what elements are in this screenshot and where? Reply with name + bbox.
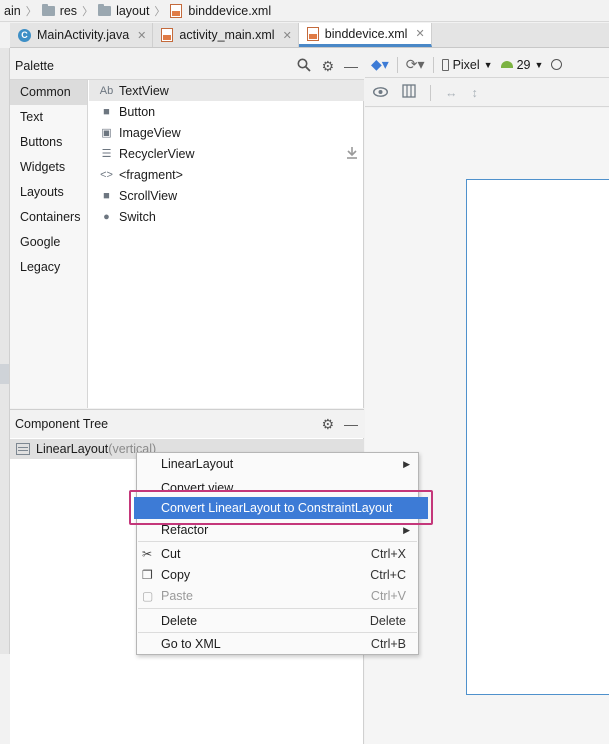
xml-file-icon	[306, 26, 319, 41]
annotation-highlight-box	[129, 490, 433, 525]
palette-categories: Common Text Buttons Widgets Layouts Cont…	[10, 80, 88, 408]
menu-separator	[138, 608, 417, 609]
tab-binddevice-xml[interactable]: binddevice.xml ✕	[298, 23, 432, 47]
toolbar-separator	[432, 56, 434, 73]
breadcrumb-separator-icon: 〉	[154, 5, 166, 18]
chevron-down-icon: ▼	[483, 59, 493, 70]
category-legacy[interactable]: Legacy	[10, 255, 87, 280]
breadcrumb-item-app[interactable]: ain	[0, 0, 25, 22]
android-icon	[500, 61, 513, 68]
breadcrumb-separator-icon: 〉	[25, 5, 37, 18]
breadcrumb-separator-icon: 〉	[82, 5, 94, 18]
menu-item-delete[interactable]: Delete Delete	[137, 610, 418, 632]
device-preview[interactable]	[466, 179, 609, 695]
tab-mainactivity-java[interactable]: C MainActivity.java ✕	[10, 23, 154, 47]
palette-panel: Palette ⚙ — Common Text Buttons Widgets …	[10, 52, 364, 408]
textview-icon: Ab	[99, 84, 114, 97]
phone-icon	[441, 58, 449, 71]
api-selector[interactable]: 29 ▼	[500, 58, 544, 72]
breadcrumb-item-file[interactable]: binddevice.xml	[166, 0, 275, 22]
design-toolbar: ◆▾ ⟳▾ Pixel ▼ 29 ▼	[365, 52, 609, 78]
download-icon[interactable]	[346, 146, 358, 162]
minimize-icon[interactable]: —	[344, 58, 358, 75]
java-class-icon: C	[18, 28, 31, 42]
palette-item-switch[interactable]: ● Switch	[89, 206, 364, 227]
breadcrumb-item-res[interactable]: res	[38, 0, 81, 22]
theme-icon[interactable]	[551, 59, 563, 70]
switch-icon: ●	[103, 210, 110, 223]
menu-item-cut[interactable]: ✂ Cut Ctrl+X	[137, 543, 418, 565]
fragment-icon: <>	[100, 168, 113, 181]
paste-icon: ▢	[142, 589, 154, 603]
folder-icon	[98, 3, 112, 16]
horizontal-resize-icon[interactable]: ↔	[445, 86, 458, 100]
layers-icon[interactable]: ◆▾	[371, 56, 389, 73]
category-common[interactable]: Common	[10, 80, 87, 105]
submenu-arrow-icon: ▶	[403, 524, 410, 535]
breadcrumb-item-layout[interactable]: layout	[94, 0, 153, 22]
folder-icon	[41, 3, 55, 16]
menu-item-go-to-xml[interactable]: Go to XML Ctrl+B	[137, 633, 418, 655]
palette-items: Ab TextView ■ Button ▣ ImageView ☰ Recyc…	[89, 80, 364, 408]
left-gutter	[0, 48, 10, 654]
palette-item-fragment[interactable]: <> <fragment>	[89, 164, 364, 185]
xml-file-icon	[161, 28, 174, 42]
design-toolbar-secondary: ↔ ↕	[365, 79, 609, 107]
component-tree-title: Component Tree	[15, 417, 109, 431]
gutter-selection	[0, 364, 9, 384]
palette-item-imageview[interactable]: ▣ ImageView	[89, 122, 364, 143]
palette-title: Palette	[15, 58, 54, 73]
xml-file-icon	[170, 3, 183, 18]
image-icon: ▣	[101, 127, 112, 139]
eye-icon[interactable]	[372, 86, 389, 100]
category-buttons[interactable]: Buttons	[10, 130, 87, 155]
menu-separator	[138, 541, 417, 542]
close-icon[interactable]: ✕	[137, 29, 146, 42]
component-tree-header: Component Tree ⚙ —	[10, 410, 364, 438]
blueprint-icon[interactable]	[402, 84, 416, 101]
search-icon[interactable]	[297, 58, 312, 75]
chevron-down-icon: ▼	[534, 59, 544, 70]
copy-icon: ❐	[142, 568, 153, 582]
category-google[interactable]: Google	[10, 230, 87, 255]
editor-tabs: C MainActivity.java ✕ activity_main.xml …	[10, 23, 609, 48]
vertical-resize-icon[interactable]: ↕	[472, 86, 478, 100]
palette-item-recyclerview[interactable]: ☰ RecyclerView	[89, 143, 364, 164]
list-icon: ☰	[101, 148, 112, 160]
gear-icon[interactable]: ⚙	[321, 416, 334, 433]
category-containers[interactable]: Containers	[10, 205, 87, 230]
orientation-icon[interactable]: ⟳▾	[406, 56, 425, 73]
category-layouts[interactable]: Layouts	[10, 180, 87, 205]
menu-item-copy[interactable]: ❐ Copy Ctrl+C	[137, 564, 418, 586]
close-icon[interactable]: ✕	[283, 29, 292, 42]
scrollview-icon: ■	[103, 189, 110, 202]
category-widgets[interactable]: Widgets	[10, 155, 87, 180]
breadcrumb: ain 〉 res 〉 layout 〉 binddevice.xml	[0, 0, 609, 22]
button-icon: ■	[103, 105, 110, 118]
cut-icon: ✂	[142, 547, 153, 561]
tab-activity-main-xml[interactable]: activity_main.xml ✕	[153, 23, 299, 47]
menu-item-linearlayout[interactable]: LinearLayout ▶	[137, 453, 418, 475]
palette-item-textview[interactable]: Ab TextView	[89, 80, 364, 101]
context-menu: LinearLayout ▶ Convert view... Refactor …	[136, 452, 419, 655]
minimize-icon[interactable]: —	[344, 416, 358, 433]
toolbar-separator	[430, 84, 431, 101]
device-selector[interactable]: Pixel ▼	[441, 58, 493, 72]
palette-item-button[interactable]: ■ Button	[89, 101, 364, 122]
toolbar-separator	[396, 56, 398, 73]
menu-item-paste: ▢ Paste Ctrl+V	[142, 589, 406, 603]
linearlayout-icon	[16, 443, 30, 455]
category-text[interactable]: Text	[10, 105, 87, 130]
palette-item-scrollview[interactable]: ■ ScrollView	[89, 185, 364, 206]
submenu-arrow-icon: ▶	[403, 458, 410, 469]
close-icon[interactable]: ✕	[415, 27, 424, 40]
palette-header: Palette ⚙ —	[10, 52, 364, 80]
gear-icon[interactable]: ⚙	[321, 58, 334, 75]
